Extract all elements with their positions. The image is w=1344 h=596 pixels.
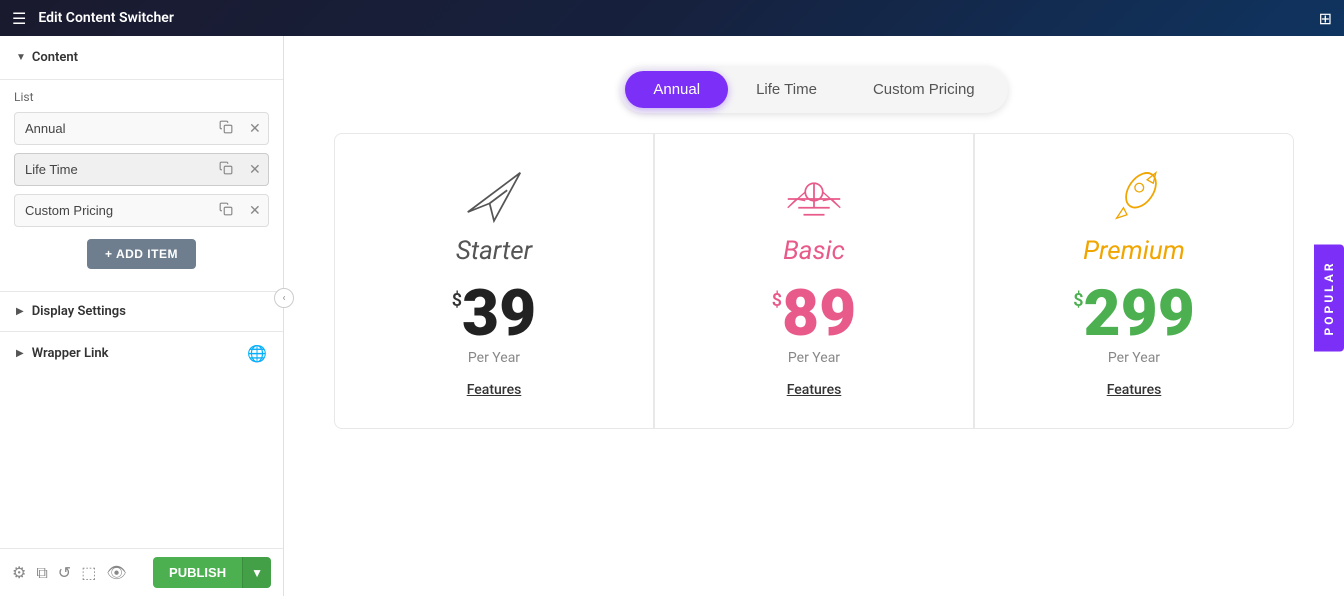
switcher-container: Annual Life Time Custom Pricing: [284, 36, 1344, 133]
content-switcher: Annual Life Time Custom Pricing: [620, 66, 1007, 113]
annual-delete-button[interactable]: ✕: [241, 114, 269, 143]
wrapper-link-arrow-icon: ▶: [16, 348, 24, 359]
starter-price-container: $ 39: [452, 282, 536, 346]
popular-badge: POPULAR: [1314, 244, 1344, 351]
hamburger-icon[interactable]: ☰: [12, 9, 26, 28]
lifetime-copy-button[interactable]: [211, 155, 241, 184]
custom-delete-button[interactable]: ✕: [241, 196, 269, 225]
starter-period: Per Year: [468, 350, 520, 366]
starter-title: Starter: [456, 236, 532, 266]
basic-currency: $: [772, 290, 782, 311]
list-section: List ✕ ✕: [0, 80, 283, 291]
basic-price: 89: [782, 282, 856, 346]
custom-copy-button[interactable]: [211, 196, 241, 225]
layers-icon[interactable]: ⧉: [36, 563, 47, 583]
publish-button[interactable]: PUBLISH: [153, 557, 242, 588]
custom-pricing-input[interactable]: [15, 195, 211, 226]
page-title: Edit Content Switcher: [38, 10, 1306, 26]
tab-lifetime[interactable]: Life Time: [728, 71, 845, 108]
sidebar-bottom: ⚙ ⧉ ↺ ⬚ 👁 PUBLISH ▼: [0, 548, 283, 596]
premium-price: 299: [1084, 282, 1195, 346]
display-settings-header[interactable]: ▶ Display Settings: [0, 292, 283, 331]
content-section-header[interactable]: ▼ Content: [0, 36, 283, 80]
premium-price-container: $ 299: [1073, 282, 1195, 346]
premium-card: Premium $ 299 Per Year Features: [974, 133, 1294, 429]
display-settings-label: Display Settings: [32, 304, 126, 319]
lifetime-input[interactable]: [15, 154, 211, 185]
premium-features[interactable]: Features: [1107, 382, 1162, 398]
main-content: Annual Life Time Custom Pricing Starter …: [284, 36, 1344, 596]
display-settings-arrow-icon: ▶: [16, 306, 24, 317]
wrapper-link-header[interactable]: ▶ Wrapper Link 🌐: [0, 332, 283, 375]
pricing-cards: Starter $ 39 Per Year Features: [284, 133, 1344, 429]
basic-title: Basic: [783, 236, 845, 266]
premium-currency: $: [1073, 290, 1083, 311]
list-item: ✕: [14, 153, 269, 186]
premium-title: Premium: [1083, 236, 1185, 266]
starter-price: 39: [462, 282, 536, 346]
wrapper-link-emoji-icon: 🌐: [247, 344, 267, 363]
lifetime-delete-button[interactable]: ✕: [241, 155, 269, 184]
sidebar-collapse-handle[interactable]: ‹: [274, 288, 294, 308]
premium-icon: [1099, 164, 1169, 224]
basic-period: Per Year: [788, 350, 840, 366]
basic-features[interactable]: Features: [787, 382, 842, 398]
content-arrow-icon: ▼: [16, 52, 26, 63]
tab-annual[interactable]: Annual: [625, 71, 728, 108]
list-item: ✕: [14, 112, 269, 145]
annual-copy-button[interactable]: [211, 114, 241, 143]
top-bar: ☰ Edit Content Switcher ⊞: [0, 0, 1344, 36]
history-icon[interactable]: ↺: [58, 563, 71, 582]
publish-label: PUBLISH: [169, 565, 226, 580]
starter-card: Starter $ 39 Per Year Features: [334, 133, 654, 429]
starter-currency: $: [452, 290, 462, 311]
basic-icon: [779, 164, 849, 224]
starter-icon: [459, 164, 529, 224]
wrapper-link-label: Wrapper Link: [32, 346, 109, 361]
basic-card: Basic $ 89 Per Year Features: [654, 133, 974, 429]
sidebar: ▼ Content List ✕ ✕: [0, 36, 284, 596]
eye-icon[interactable]: 👁: [106, 563, 126, 582]
list-item: ✕: [14, 194, 269, 227]
list-label: List: [14, 90, 269, 104]
publish-dropdown-button[interactable]: ▼: [242, 557, 271, 588]
grid-icon[interactable]: ⊞: [1319, 9, 1332, 28]
wrapper-link-section: ▶ Wrapper Link 🌐: [0, 331, 283, 375]
settings-icon[interactable]: ⚙: [12, 563, 26, 582]
add-item-button[interactable]: + ADD ITEM: [87, 239, 196, 269]
content-section-label: Content: [32, 50, 78, 65]
annual-input[interactable]: [15, 113, 211, 144]
basic-price-container: $ 89: [772, 282, 856, 346]
premium-period: Per Year: [1108, 350, 1160, 366]
responsive-icon[interactable]: ⬚: [81, 563, 96, 582]
display-settings-section: ▶ Display Settings: [0, 291, 283, 331]
tab-custom-pricing[interactable]: Custom Pricing: [845, 71, 1003, 108]
starter-features[interactable]: Features: [467, 382, 522, 398]
